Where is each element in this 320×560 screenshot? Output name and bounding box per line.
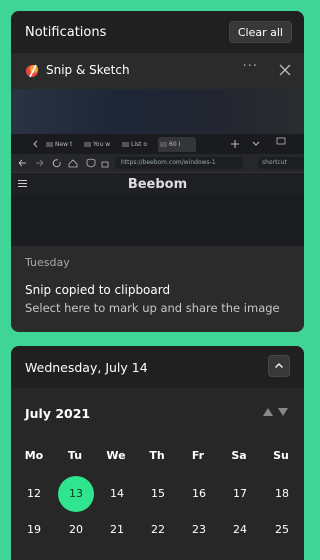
weekday-header: Sa [231, 449, 247, 462]
notification-title: Snip copied to clipboard [25, 283, 171, 297]
calendar-day[interactable]: 21 [97, 523, 137, 536]
calendar-header: Wednesday, July 14 [11, 346, 304, 388]
notification-day: Tuesday [25, 256, 70, 269]
weekday-header: Th [149, 449, 165, 462]
next-month-icon[interactable] [278, 408, 288, 416]
calendar-day[interactable]: 16 [179, 487, 219, 500]
thumbnail-tab-active: 60 I [158, 137, 196, 152]
weekday-header: Mo [24, 449, 44, 462]
calendar-day[interactable]: 25 [262, 523, 302, 536]
calendar-day[interactable]: 19 [14, 523, 54, 536]
weekday-header: Su [273, 449, 289, 462]
tab-actions-icon [276, 137, 286, 145]
close-icon[interactable] [276, 61, 294, 79]
thumbnail-url: https://beebom.com/windows-1 [115, 157, 243, 169]
tab-scroll-left-icon [33, 140, 38, 148]
thumbnail-tab: New t [44, 137, 82, 152]
weekday-header: We [106, 449, 126, 462]
browser-nav-icons [18, 158, 109, 168]
calendar-day-today[interactable]: 13 [56, 487, 96, 500]
collapse-calendar-button[interactable] [268, 355, 290, 377]
thumbnail-tab: List o [120, 137, 158, 152]
weekday-header: Fr [191, 449, 205, 462]
calendar-day[interactable]: 24 [220, 523, 260, 536]
calendar-day[interactable]: 22 [138, 523, 178, 536]
thumbnail-page-body [11, 195, 304, 246]
chevron-up-icon [275, 363, 283, 368]
weekday-header: Tu [67, 449, 83, 462]
site-title: Beebom [127, 177, 188, 192]
calendar-day[interactable]: 14 [97, 487, 137, 500]
thumbnail-find-box: shortcut [258, 157, 304, 169]
calendar-day[interactable]: 20 [56, 523, 96, 536]
calendar-day[interactable]: 12 [14, 487, 54, 500]
thumbnail-address-bar: https://beebom.com/windows-1 shortcut [11, 154, 304, 172]
more-options-icon[interactable]: ··· [243, 59, 258, 74]
thumbnail-tab: You w [82, 137, 120, 152]
calendar-flyout: Wednesday, July 14 July 2021 Mo Tu We Th… [11, 346, 304, 560]
screenshot-thumbnail[interactable]: New t You w List o 60 I https://beebom.c… [11, 89, 304, 246]
notification-card-header: Snip & Sketch ··· [11, 53, 304, 89]
thumbnail-tab-strip: New t You w List o 60 I [11, 134, 304, 154]
app-name: Snip & Sketch [46, 63, 130, 77]
current-date: Wednesday, July 14 [25, 360, 148, 375]
thumbnail-blurred-area [11, 89, 304, 134]
previous-month-icon[interactable] [263, 408, 273, 416]
thumbnail-site-header: Beebom [11, 172, 304, 195]
snip-sketch-icon [26, 64, 38, 78]
calendar-day[interactable]: 17 [220, 487, 260, 500]
calendar-day[interactable]: 23 [179, 523, 219, 536]
clear-all-button[interactable]: Clear all [228, 21, 292, 43]
tab-list-icon [252, 141, 260, 146]
notification-center: Notifications Clear all Snip & Sketch ··… [11, 11, 304, 332]
new-tab-icon [231, 140, 239, 148]
month-label[interactable]: July 2021 [25, 406, 90, 421]
notification-body: Select here to mark up and share the ima… [25, 301, 280, 315]
notification-card[interactable]: Snip & Sketch ··· New t You w List o 60 … [11, 53, 304, 332]
notifications-title: Notifications [25, 25, 107, 40]
notification-header: Notifications Clear all [11, 11, 304, 53]
calendar-day[interactable]: 18 [262, 487, 302, 500]
calendar-day[interactable]: 15 [138, 487, 178, 500]
